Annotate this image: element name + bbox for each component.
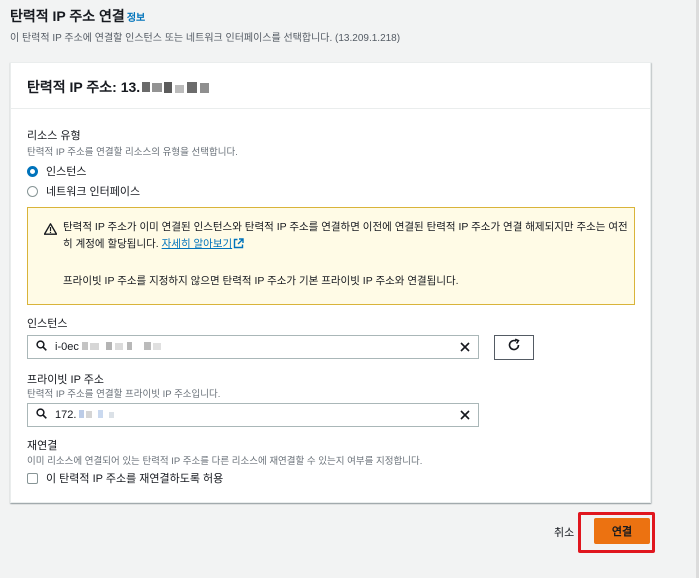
clear-private-ip-icon[interactable] — [459, 409, 471, 424]
redacted-ip-blur — [79, 408, 119, 423]
radio-network-interface-label: 네트워크 인터페이스 — [46, 186, 141, 198]
learn-more-link[interactable]: 자세히 알아보기 — [162, 238, 233, 250]
cancel-button[interactable]: 취소 — [554, 524, 574, 540]
resource-type-description: 탄력적 IP 주소를 연결할 리소스의 유형을 선택합니다. — [27, 147, 238, 158]
reassociate-checkbox[interactable] — [27, 472, 38, 484]
radio-network-interface[interactable]: 네트워크 인터페이스 — [27, 183, 140, 199]
search-icon — [36, 408, 47, 422]
warning-alert: 탄력적 IP 주소가 이미 연결된 인스턴스와 탄력적 IP 주소를 연결하면 … — [27, 207, 635, 305]
radio-instance[interactable]: 인스턴스 — [27, 163, 86, 179]
panel-title: 탄력적 IP 주소: 13. — [27, 79, 141, 95]
connect-button[interactable]: 연결 — [594, 518, 650, 544]
reassociate-checkbox-label: 이 탄력적 IP 주소를 재연결하도록 허용 — [46, 473, 224, 485]
info-link[interactable]: 정보 — [127, 13, 145, 24]
alert-note: 프라이빗 IP 주소를 지정하지 않으면 탄력적 IP 주소가 기본 프라이빗 … — [63, 275, 459, 287]
refresh-button[interactable] — [494, 335, 534, 360]
reassociate-label: 재연결 — [27, 440, 58, 452]
page-description: 이 탄력적 IP 주소에 연결할 인스턴스 또는 네트워크 인터페이스를 선택합… — [10, 33, 401, 44]
panel-header: 탄력적 IP 주소: 13. — [11, 63, 650, 109]
private-ip-label: 프라이빗 IP 주소 — [27, 374, 105, 386]
redacted-instance-blur — [81, 340, 167, 355]
instance-search-input[interactable]: i-0ec — [27, 335, 479, 359]
private-ip-input[interactable]: 172. — [27, 403, 479, 427]
instance-value: i-0ec — [55, 341, 79, 353]
clear-instance-icon[interactable] — [459, 341, 471, 356]
page-title-text: 탄력적 IP 주소 연결 — [10, 8, 125, 24]
alert-text: 탄력적 IP 주소가 이미 연결된 인스턴스와 탄력적 IP 주소를 연결하면 … — [63, 219, 628, 255]
refresh-icon — [507, 338, 521, 357]
private-ip-value: 172. — [55, 409, 77, 421]
radio-network-interface-button[interactable] — [27, 185, 38, 197]
alert-message: 탄력적 IP 주소가 이미 연결된 인스턴스와 탄력적 IP 주소를 연결하면 … — [63, 221, 628, 250]
reassociate-checkbox-row[interactable]: 이 탄력적 IP 주소를 재연결하도록 허용 — [27, 470, 223, 486]
external-link-icon[interactable] — [233, 238, 244, 255]
reassociate-description: 이미 리소스에 연결되어 있는 탄력적 IP 주소를 다른 리소스에 재연결할 … — [27, 456, 423, 467]
instance-label: 인스턴스 — [27, 318, 68, 330]
warning-icon — [43, 223, 58, 241]
page-title: 탄력적 IP 주소 연결 정보 — [10, 6, 145, 26]
private-ip-description: 탄력적 IP 주소를 연결할 프라이빗 IP 주소입니다. — [27, 389, 221, 400]
radio-instance-button[interactable] — [27, 165, 38, 177]
redacted-ip-blur — [142, 80, 218, 97]
search-icon — [36, 340, 47, 354]
radio-instance-label: 인스턴스 — [46, 166, 87, 178]
resource-type-label: 리소스 유형 — [27, 130, 81, 142]
association-panel: 탄력적 IP 주소: 13. 리소스 유형 탄력적 IP 주소를 연결할 리소스… — [10, 62, 651, 503]
